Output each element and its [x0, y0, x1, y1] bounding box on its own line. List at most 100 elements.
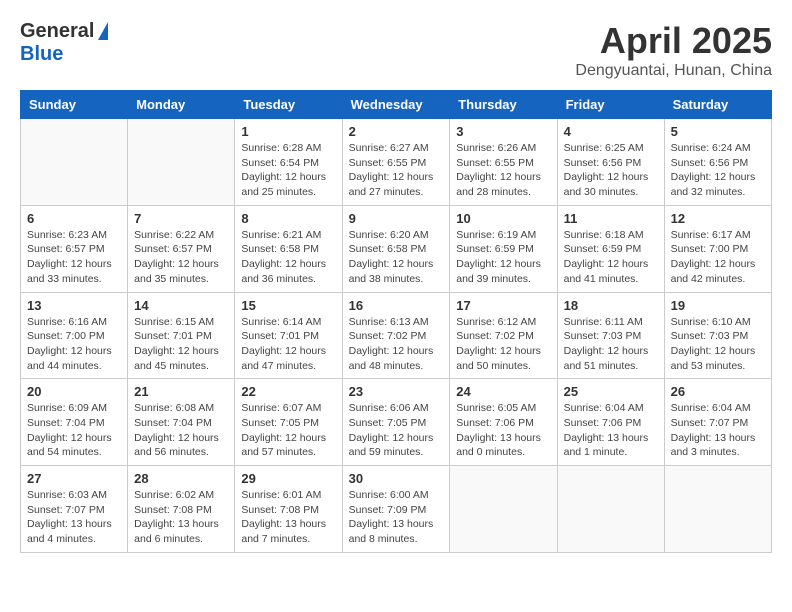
day-number: 10: [456, 211, 550, 226]
day-info: Sunrise: 6:04 AM Sunset: 7:06 PM Dayligh…: [564, 401, 658, 460]
calendar-cell: 15 Sunrise: 6:14 AM Sunset: 7:01 PM Dayli…: [235, 292, 342, 379]
month-title: April 2025: [575, 20, 772, 62]
day-number: 18: [564, 298, 658, 313]
day-info: Sunrise: 6:24 AM Sunset: 6:56 PM Dayligh…: [671, 141, 765, 200]
weekday-header-saturday: Saturday: [664, 91, 771, 119]
day-info: Sunrise: 6:19 AM Sunset: 6:59 PM Dayligh…: [456, 228, 550, 287]
week-row-1: 1Sunrise: 6:28 AM Sunset: 6:54 PM Daylig…: [21, 119, 772, 206]
day-info: Sunrise: 6:04 AM Sunset: 7:07 PM Dayligh…: [671, 401, 765, 460]
calendar-cell: 7 Sunrise: 6:22 AM Sunset: 6:57 PM Daylig…: [128, 205, 235, 292]
logo-general: General: [20, 20, 94, 43]
day-number: 23: [349, 384, 444, 399]
day-number: 7: [134, 211, 228, 226]
calendar-cell: 10 Sunrise: 6:19 AM Sunset: 6:59 PM Dayli…: [450, 205, 557, 292]
day-info: Sunrise: 6:00 AM Sunset: 7:09 PM Dayligh…: [349, 488, 444, 547]
week-row-4: 20 Sunrise: 6:09 AM Sunset: 7:04 PM Dayli…: [21, 379, 772, 466]
calendar-cell: 13 Sunrise: 6:16 AM Sunset: 7:00 PM Dayli…: [21, 292, 128, 379]
calendar-cell: 26 Sunrise: 6:04 AM Sunset: 7:07 PM Dayli…: [664, 379, 771, 466]
day-number: 12: [671, 211, 765, 226]
day-number: 5: [671, 124, 765, 139]
calendar-cell: 14 Sunrise: 6:15 AM Sunset: 7:01 PM Dayli…: [128, 292, 235, 379]
calendar-cell: [128, 119, 235, 206]
calendar-cell: [21, 119, 128, 206]
day-info: Sunrise: 6:28 AM Sunset: 6:54 PM Dayligh…: [241, 141, 335, 200]
day-info: Sunrise: 6:18 AM Sunset: 6:59 PM Dayligh…: [564, 228, 658, 287]
day-number: 22: [241, 384, 335, 399]
day-info: Sunrise: 6:08 AM Sunset: 7:04 PM Dayligh…: [134, 401, 228, 460]
day-info: Sunrise: 6:14 AM Sunset: 7:01 PM Dayligh…: [241, 315, 335, 374]
weekday-header-thursday: Thursday: [450, 91, 557, 119]
calendar-cell: 24Sunrise: 6:05 AM Sunset: 7:06 PM Dayli…: [450, 379, 557, 466]
calendar-cell: 6Sunrise: 6:23 AM Sunset: 6:57 PM Daylig…: [21, 205, 128, 292]
day-number: 14: [134, 298, 228, 313]
calendar-cell: 18 Sunrise: 6:11 AM Sunset: 7:03 PM Dayli…: [557, 292, 664, 379]
day-info: Sunrise: 6:20 AM Sunset: 6:58 PM Dayligh…: [349, 228, 444, 287]
logo-blue: Blue: [20, 43, 63, 66]
day-number: 8: [241, 211, 335, 226]
day-info: Sunrise: 6:09 AM Sunset: 7:04 PM Dayligh…: [27, 401, 121, 460]
day-info: Sunrise: 6:16 AM Sunset: 7:00 PM Dayligh…: [27, 315, 121, 374]
calendar-cell: 22 Sunrise: 6:07 AM Sunset: 7:05 PM Dayli…: [235, 379, 342, 466]
calendar-cell: 29 Sunrise: 6:01 AM Sunset: 7:08 PM Dayli…: [235, 466, 342, 553]
day-info: Sunrise: 6:22 AM Sunset: 6:57 PM Dayligh…: [134, 228, 228, 287]
weekday-header-friday: Friday: [557, 91, 664, 119]
day-info: Sunrise: 6:13 AM Sunset: 7:02 PM Dayligh…: [349, 315, 444, 374]
calendar-cell: 21 Sunrise: 6:08 AM Sunset: 7:04 PM Dayli…: [128, 379, 235, 466]
day-info: Sunrise: 6:07 AM Sunset: 7:05 PM Dayligh…: [241, 401, 335, 460]
day-number: 30: [349, 471, 444, 486]
day-number: 15: [241, 298, 335, 313]
calendar-cell: 19 Sunrise: 6:10 AM Sunset: 7:03 PM Dayli…: [664, 292, 771, 379]
day-info: Sunrise: 6:27 AM Sunset: 6:55 PM Dayligh…: [349, 141, 444, 200]
calendar-cell: 11 Sunrise: 6:18 AM Sunset: 6:59 PM Dayli…: [557, 205, 664, 292]
calendar-cell: 30 Sunrise: 6:00 AM Sunset: 7:09 PM Dayli…: [342, 466, 450, 553]
day-info: Sunrise: 6:06 AM Sunset: 7:05 PM Dayligh…: [349, 401, 444, 460]
day-number: 6: [27, 211, 121, 226]
location-title: Dengyuantai, Hunan, China: [575, 62, 772, 80]
logo: General Blue: [20, 20, 108, 66]
day-number: 26: [671, 384, 765, 399]
day-number: 2: [349, 124, 444, 139]
day-number: 19: [671, 298, 765, 313]
day-number: 29: [241, 471, 335, 486]
calendar-cell: 12 Sunrise: 6:17 AM Sunset: 7:00 PM Dayli…: [664, 205, 771, 292]
calendar-cell: 9 Sunrise: 6:20 AM Sunset: 6:58 PM Daylig…: [342, 205, 450, 292]
day-info: Sunrise: 6:12 AM Sunset: 7:02 PM Dayligh…: [456, 315, 550, 374]
weekday-header-sunday: Sunday: [21, 91, 128, 119]
weekday-header-wednesday: Wednesday: [342, 91, 450, 119]
day-number: 3: [456, 124, 550, 139]
day-info: Sunrise: 6:15 AM Sunset: 7:01 PM Dayligh…: [134, 315, 228, 374]
day-info: Sunrise: 6:11 AM Sunset: 7:03 PM Dayligh…: [564, 315, 658, 374]
day-info: Sunrise: 6:02 AM Sunset: 7:08 PM Dayligh…: [134, 488, 228, 547]
calendar-cell: [450, 466, 557, 553]
calendar-cell: 16 Sunrise: 6:13 AM Sunset: 7:02 PM Dayli…: [342, 292, 450, 379]
day-info: Sunrise: 6:17 AM Sunset: 7:00 PM Dayligh…: [671, 228, 765, 287]
day-info: Sunrise: 6:01 AM Sunset: 7:08 PM Dayligh…: [241, 488, 335, 547]
day-number: 25: [564, 384, 658, 399]
day-number: 11: [564, 211, 658, 226]
calendar-cell: 27 Sunrise: 6:03 AM Sunset: 7:07 PM Dayli…: [21, 466, 128, 553]
day-number: 20: [27, 384, 121, 399]
calendar-cell: [557, 466, 664, 553]
day-info: Sunrise: 6:10 AM Sunset: 7:03 PM Dayligh…: [671, 315, 765, 374]
day-number: 16: [349, 298, 444, 313]
logo-triangle-icon: [98, 22, 108, 40]
calendar-cell: 17Sunrise: 6:12 AM Sunset: 7:02 PM Dayli…: [450, 292, 557, 379]
calendar-cell: 8Sunrise: 6:21 AM Sunset: 6:58 PM Daylig…: [235, 205, 342, 292]
calendar-cell: 23 Sunrise: 6:06 AM Sunset: 7:05 PM Dayli…: [342, 379, 450, 466]
calendar-cell: 2 Sunrise: 6:27 AM Sunset: 6:55 PM Daylig…: [342, 119, 450, 206]
day-number: 27: [27, 471, 121, 486]
day-number: 21: [134, 384, 228, 399]
calendar-cell: 3Sunrise: 6:26 AM Sunset: 6:55 PM Daylig…: [450, 119, 557, 206]
calendar-cell: 20 Sunrise: 6:09 AM Sunset: 7:04 PM Dayli…: [21, 379, 128, 466]
day-number: 24: [456, 384, 550, 399]
day-number: 9: [349, 211, 444, 226]
page-header: General Blue April 2025 Dengyuantai, Hun…: [20, 20, 772, 80]
day-number: 28: [134, 471, 228, 486]
weekday-header-tuesday: Tuesday: [235, 91, 342, 119]
calendar-cell: 1Sunrise: 6:28 AM Sunset: 6:54 PM Daylig…: [235, 119, 342, 206]
calendar-cell: 4Sunrise: 6:25 AM Sunset: 6:56 PM Daylig…: [557, 119, 664, 206]
day-number: 13: [27, 298, 121, 313]
title-section: April 2025 Dengyuantai, Hunan, China: [575, 20, 772, 80]
day-info: Sunrise: 6:03 AM Sunset: 7:07 PM Dayligh…: [27, 488, 121, 547]
calendar-cell: 5 Sunrise: 6:24 AM Sunset: 6:56 PM Daylig…: [664, 119, 771, 206]
